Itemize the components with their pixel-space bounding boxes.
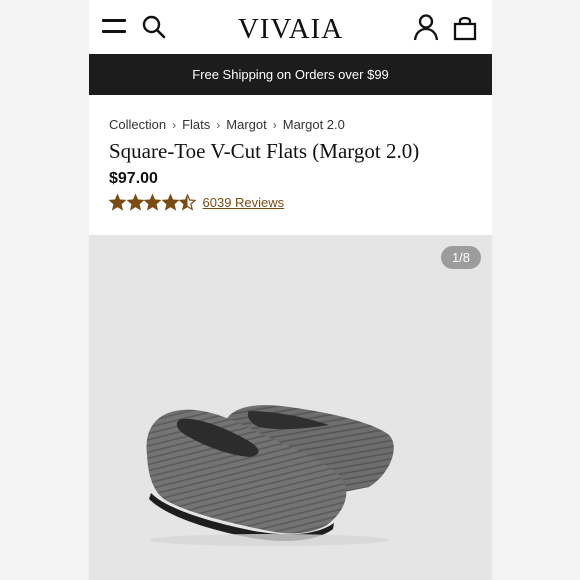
product-page: VIVAIA Free Shipping on Orders over $99 …	[89, 0, 492, 580]
product-title: Square-Toe V-Cut Flats (Margot 2.0)	[109, 139, 420, 163]
reviews-link[interactable]: 6039 Reviews	[203, 195, 285, 210]
site-header: VIVAIA	[89, 0, 492, 54]
chevron-right-icon: ›	[172, 117, 177, 132]
star-rating	[109, 194, 197, 211]
breadcrumb-margot-2[interactable]: Margot 2.0	[283, 117, 345, 132]
product-image	[146, 405, 394, 546]
star-full-icon	[161, 194, 179, 211]
star-full-icon	[109, 194, 126, 211]
breadcrumb-margot[interactable]: Margot	[226, 117, 266, 132]
star-half-icon	[179, 194, 196, 211]
star-full-icon	[144, 194, 161, 211]
product-rating: 6039 Reviews	[109, 194, 284, 211]
product-price: $97.00	[109, 170, 158, 187]
shopping-bag-icon[interactable]	[451, 14, 479, 42]
breadcrumb: Collection › Flats › Margot › Margot 2.0	[109, 117, 345, 132]
product-image-gallery[interactable]: 1/8	[89, 235, 492, 580]
star-full-icon	[126, 194, 144, 211]
breadcrumb-flats[interactable]: Flats	[182, 117, 210, 132]
breadcrumb-collection[interactable]: Collection	[109, 117, 166, 132]
chevron-right-icon: ›	[272, 117, 277, 132]
image-counter-badge: 1/8	[441, 246, 481, 269]
chevron-right-icon: ›	[216, 117, 221, 132]
user-icon[interactable]	[412, 13, 440, 41]
promo-banner[interactable]: Free Shipping on Orders over $99	[89, 54, 492, 95]
